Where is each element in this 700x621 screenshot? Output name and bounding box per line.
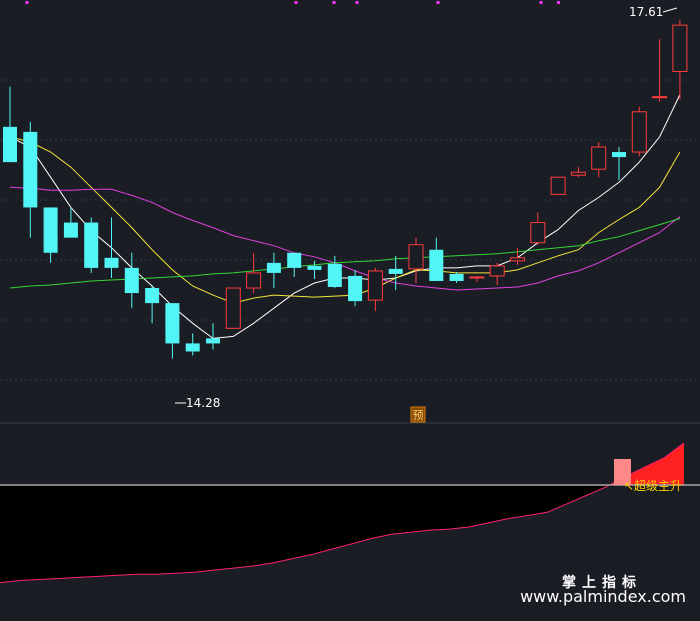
candle-body-down [449, 273, 464, 281]
ma-line-white [9, 94, 681, 339]
candle-body-down [185, 343, 200, 352]
indicator-signal-label: ↖超级主升 [624, 478, 682, 493]
candle-body-down [124, 267, 139, 294]
signal-marker [539, 1, 543, 4]
candle-body-up [591, 146, 607, 170]
chart-canvas: 17.61 14.28 预 ↖超级主升 [0, 1, 700, 621]
candle-body-up [246, 272, 262, 289]
candle-body-down [145, 288, 160, 304]
candle-body-down [429, 249, 444, 281]
candle-body-down [287, 252, 302, 268]
candle-body-down [165, 303, 180, 344]
candle-body-up [469, 276, 485, 279]
watermark-url: www.palmindex.com [520, 587, 686, 606]
candle-body-up [631, 111, 647, 153]
candle-body-down [43, 207, 58, 253]
candle-body-down [348, 275, 363, 302]
main-panel: 17.61 14.28 预 [0, 1, 700, 424]
candle-body-down [327, 263, 342, 288]
candle-body-up [652, 96, 668, 99]
signal-marker [436, 1, 440, 4]
candle-body-up [672, 24, 688, 72]
candle-body-down [104, 257, 119, 268]
candle-body-up [225, 287, 241, 329]
candle-body-down [388, 268, 403, 274]
candle-body-up [367, 270, 383, 301]
signal-marker [355, 1, 359, 4]
signal-marker [557, 1, 560, 4]
signal-marker [294, 1, 298, 4]
candle-body-down [266, 262, 281, 273]
candle-body-down [612, 152, 626, 158]
ma-line-magenta [9, 186, 681, 291]
candle-body-down [206, 338, 220, 344]
candle-body-down [307, 265, 322, 270]
candle-body-down [84, 222, 99, 268]
candle-body-up [530, 222, 546, 244]
candle-body-up [489, 265, 505, 277]
candle-body-up [570, 171, 586, 176]
candle-body-down [3, 126, 17, 163]
candle-body-up [510, 257, 525, 262]
high-arrow [662, 7, 678, 13]
high-price-label: 17.61 [629, 5, 663, 19]
signal-marker [25, 1, 29, 4]
candle-body-up [550, 176, 566, 195]
low-price-label: 14.28 [186, 396, 220, 410]
candle-body-up [408, 244, 424, 270]
signal-marker [332, 1, 336, 4]
candle-body-down [23, 131, 38, 208]
candle-body-down [63, 222, 78, 238]
signal-tag-text: 预 [413, 409, 424, 422]
